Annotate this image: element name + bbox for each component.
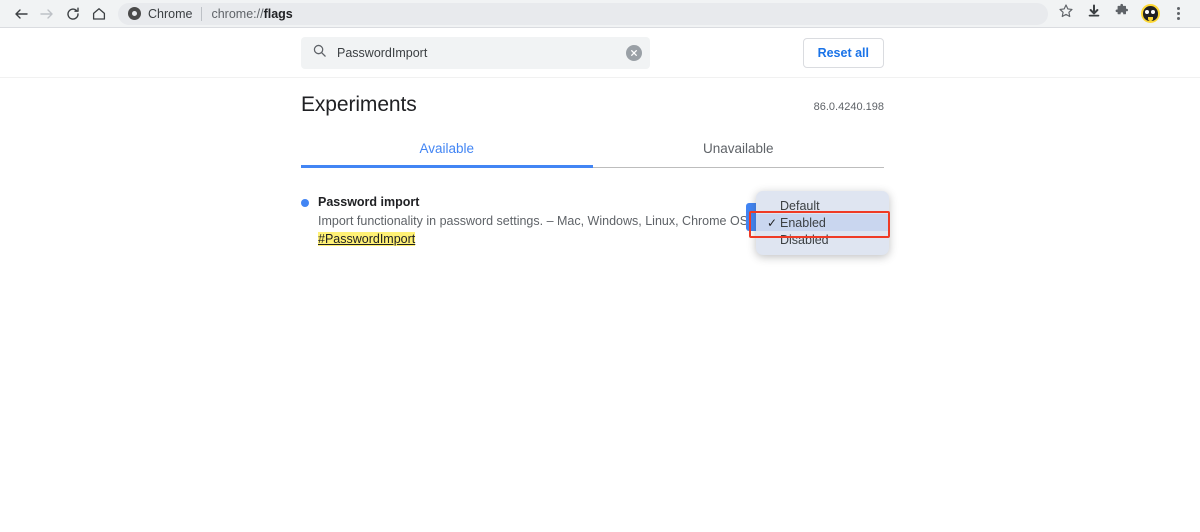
extensions-button[interactable] <box>1108 1 1136 27</box>
version-label: 86.0.4240.198 <box>813 101 884 113</box>
flags-page: Experiments 86.0.4240.198 Available Unav… <box>0 78 1200 531</box>
flag-anchor-hash: # <box>318 232 325 246</box>
download-icon <box>1086 3 1102 24</box>
address-bar[interactable]: Chrome chrome://flags <box>118 2 1048 25</box>
home-button[interactable] <box>86 1 112 27</box>
flag-select-popup: Default ✓ Enabled Disabled <box>756 191 889 255</box>
forward-button[interactable] <box>34 1 60 27</box>
search-input-value[interactable]: PasswordImport <box>337 46 626 60</box>
star-icon <box>1058 3 1074 24</box>
chrome-logo-icon <box>128 7 141 20</box>
bookmark-button[interactable] <box>1052 1 1080 27</box>
flag-list: Password import Import functionality in … <box>301 191 890 255</box>
flags-content: Experiments 86.0.4240.198 Available Unav… <box>301 78 890 255</box>
puzzle-piece-icon <box>1114 3 1130 24</box>
check-icon: ✓ <box>767 215 778 230</box>
flag-anchor-name: PasswordImport <box>324 232 416 246</box>
flag-title: Password import <box>318 195 420 209</box>
title-row: Experiments 86.0.4240.198 <box>301 78 884 117</box>
select-option-label: Default <box>780 198 820 213</box>
home-icon <box>91 6 107 22</box>
clear-search-icon[interactable] <box>626 45 642 61</box>
select-option-disabled[interactable]: Disabled <box>756 231 889 248</box>
forward-arrow-icon <box>39 6 55 22</box>
address-bar-url: chrome://flags <box>211 6 293 21</box>
select-option-default[interactable]: Default <box>756 197 889 214</box>
reload-button[interactable] <box>60 1 86 27</box>
search-input[interactable]: PasswordImport <box>301 37 650 69</box>
chrome-menu-button[interactable] <box>1164 1 1192 27</box>
back-arrow-icon <box>13 6 29 22</box>
tab-unavailable[interactable]: Unavailable <box>592 141 884 168</box>
browser-toolbar: Chrome chrome://flags <box>0 0 1200 28</box>
reload-icon <box>65 6 81 22</box>
flag-description: Import functionality in password setting… <box>318 214 798 228</box>
flag-text-block: Password import Import functionality in … <box>301 195 798 248</box>
reset-all-button[interactable]: Reset all <box>802 38 884 68</box>
address-bar-site-label: Chrome <box>148 6 193 21</box>
search-icon <box>312 43 327 63</box>
address-bar-divider <box>201 6 203 21</box>
tab-available[interactable]: Available <box>301 141 593 168</box>
select-option-enabled[interactable]: ✓ Enabled <box>756 214 889 231</box>
back-button[interactable] <box>8 1 34 27</box>
toolbar-actions <box>1052 1 1192 27</box>
flags-search-header: PasswordImport Reset all <box>0 28 1200 78</box>
search-row: PasswordImport Reset all <box>301 37 884 69</box>
downloads-button[interactable] <box>1080 1 1108 27</box>
flag-entry-password-import: Password import Import functionality in … <box>301 191 890 255</box>
page-title: Experiments <box>301 93 417 116</box>
select-option-label: Enabled <box>780 215 826 230</box>
select-option-label: Disabled <box>780 232 829 247</box>
flag-anchor-link[interactable]: #PasswordImport <box>318 232 416 246</box>
tab-bar: Available Unavailable <box>301 141 884 168</box>
penguin-avatar-icon <box>1140 4 1160 23</box>
three-dot-menu-icon <box>1176 7 1180 20</box>
profile-button[interactable] <box>1136 1 1164 27</box>
flag-status-dot-icon <box>301 199 309 207</box>
